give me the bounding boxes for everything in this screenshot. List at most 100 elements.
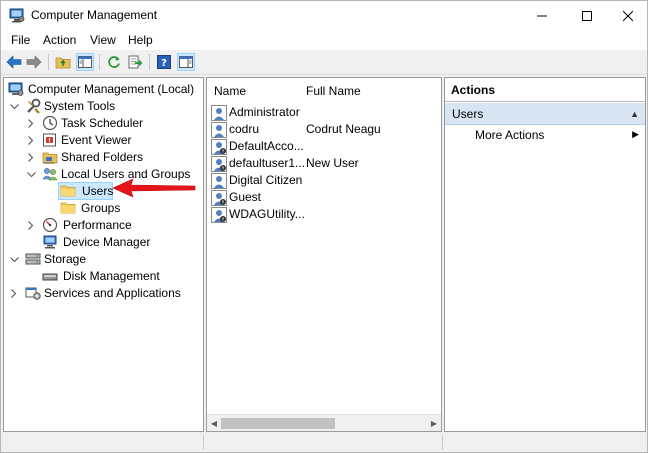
actions-header: Actions bbox=[445, 78, 645, 102]
folder-icon bbox=[60, 202, 76, 214]
user-icon bbox=[211, 156, 227, 172]
close-icon bbox=[622, 10, 633, 21]
chevron-right-icon[interactable] bbox=[26, 220, 36, 230]
action-pane-icon bbox=[179, 56, 193, 68]
user-full-name: Codrut Neagu bbox=[306, 122, 381, 136]
export-list-button[interactable] bbox=[126, 53, 144, 71]
list-item[interactable]: DefaultAcco... bbox=[207, 138, 441, 155]
toolbar-separator bbox=[149, 54, 150, 70]
up-one-level-button[interactable] bbox=[54, 53, 72, 71]
back-arrow-icon bbox=[6, 55, 22, 69]
tree-item-event-viewer[interactable]: ! Event Viewer bbox=[4, 132, 203, 149]
toolbar-separator bbox=[99, 54, 100, 70]
chevron-right-icon[interactable] bbox=[26, 118, 36, 128]
scrollbar-thumb[interactable] bbox=[221, 418, 335, 429]
user-name: WDAGUtility... bbox=[229, 207, 305, 221]
menu-view[interactable]: View bbox=[90, 33, 116, 47]
menu-file[interactable]: File bbox=[11, 33, 30, 47]
actions-pane: Actions Users ▲ More Actions ▶ bbox=[444, 77, 646, 432]
minimize-button[interactable] bbox=[519, 1, 564, 30]
maximize-icon bbox=[581, 10, 592, 21]
menu-bar: File Action View Help bbox=[1, 30, 647, 50]
show-hide-action-pane-button[interactable] bbox=[177, 53, 195, 71]
folder-up-icon bbox=[55, 57, 71, 69]
refresh-button[interactable] bbox=[105, 53, 123, 71]
user-name: codru bbox=[229, 122, 260, 136]
list-item[interactable]: defaultuser1... New User bbox=[207, 155, 441, 172]
user-icon bbox=[211, 122, 227, 138]
list-header: Name Full Name bbox=[207, 78, 441, 102]
tree-label: Device Manager bbox=[63, 235, 151, 249]
actions-section-users[interactable]: Users ▲ bbox=[445, 103, 645, 125]
menu-help[interactable]: Help bbox=[128, 33, 153, 47]
chevron-right-icon[interactable] bbox=[9, 288, 19, 298]
forward-arrow-icon bbox=[26, 55, 42, 69]
tree-item-groups[interactable]: Groups bbox=[4, 200, 203, 217]
user-icon bbox=[211, 173, 227, 189]
tree-item-disk-management[interactable]: Disk Management bbox=[4, 268, 203, 285]
list-item[interactable]: codru Codrut Neagu bbox=[207, 121, 441, 138]
console-tree-pane[interactable]: Computer Management (Local) System Tools… bbox=[3, 77, 204, 432]
window-title: Computer Management bbox=[31, 8, 158, 22]
tree-label: Shared Folders bbox=[61, 150, 144, 164]
menu-action[interactable]: Action bbox=[43, 33, 76, 47]
chevron-down-icon[interactable] bbox=[9, 255, 19, 265]
computer-management-icon bbox=[9, 8, 25, 23]
collapse-up-icon[interactable]: ▲ bbox=[630, 109, 639, 119]
refresh-icon bbox=[108, 56, 120, 68]
tree-item-performance[interactable]: Performance bbox=[4, 217, 203, 234]
tree-item-storage[interactable]: Storage bbox=[4, 251, 203, 268]
horizontal-scrollbar[interactable]: ◀ ▶ bbox=[207, 414, 441, 431]
list-item[interactable]: Guest bbox=[207, 189, 441, 206]
user-icon bbox=[211, 139, 227, 155]
tree-label: Event Viewer bbox=[61, 133, 132, 147]
toolbar-separator bbox=[48, 54, 49, 70]
title-bar: Computer Management bbox=[1, 1, 647, 30]
chevron-down-icon[interactable] bbox=[9, 102, 19, 112]
clock-icon bbox=[42, 115, 58, 131]
column-header-full-name[interactable]: Full Name bbox=[306, 84, 361, 98]
folder-icon bbox=[60, 185, 76, 197]
user-name: Digital Citizen bbox=[229, 173, 303, 187]
toolbar: ? bbox=[1, 50, 647, 75]
list-item[interactable]: WDAGUtility... bbox=[207, 206, 441, 223]
back-button[interactable] bbox=[5, 53, 23, 71]
chevron-right-icon[interactable] bbox=[26, 135, 36, 145]
tree-item-system-tools[interactable]: System Tools bbox=[4, 98, 203, 115]
list-item[interactable]: Digital Citizen bbox=[207, 172, 441, 189]
forward-button[interactable] bbox=[25, 53, 43, 71]
users-group-icon bbox=[42, 168, 58, 181]
user-icon bbox=[211, 190, 227, 206]
tree-item-device-manager[interactable]: Device Manager bbox=[4, 234, 203, 251]
user-full-name: New User bbox=[306, 156, 359, 170]
close-button[interactable] bbox=[605, 1, 648, 30]
submenu-arrow-icon[interactable]: ▶ bbox=[632, 129, 639, 140]
user-name: defaultuser1... bbox=[229, 156, 306, 170]
show-hide-console-tree-button[interactable] bbox=[76, 53, 94, 71]
more-actions-link[interactable]: More Actions bbox=[475, 128, 544, 142]
performance-icon bbox=[42, 217, 58, 233]
tree-item-computer-management[interactable]: Computer Management (Local) bbox=[4, 81, 203, 98]
scroll-right-icon[interactable]: ▶ bbox=[429, 418, 439, 429]
svg-text:!: ! bbox=[48, 138, 51, 145]
tree-item-services-and-applications[interactable]: Services and Applications bbox=[4, 285, 203, 302]
list-item[interactable]: Administrator bbox=[207, 104, 441, 121]
export-list-icon bbox=[128, 55, 142, 69]
chevron-down-icon[interactable] bbox=[26, 170, 36, 180]
tree-item-shared-folders[interactable]: Shared Folders bbox=[4, 149, 203, 166]
chevron-right-icon[interactable] bbox=[26, 152, 36, 162]
status-divider bbox=[203, 435, 204, 450]
device-manager-icon bbox=[43, 235, 57, 249]
scroll-left-icon[interactable]: ◀ bbox=[209, 418, 219, 429]
column-header-name[interactable]: Name bbox=[214, 84, 246, 98]
tree-label: Groups bbox=[81, 201, 121, 215]
results-list-pane[interactable]: Name Full Name Administrator codru Codru… bbox=[206, 77, 442, 432]
user-icon bbox=[211, 105, 227, 121]
maximize-button[interactable] bbox=[564, 1, 609, 30]
annotation-arrow bbox=[112, 178, 196, 198]
minimize-icon bbox=[536, 15, 547, 16]
tree-label: Disk Management bbox=[63, 269, 160, 283]
help-button[interactable]: ? bbox=[155, 53, 173, 71]
tree-item-task-scheduler[interactable]: Task Scheduler bbox=[4, 115, 203, 132]
console-tree-icon bbox=[78, 56, 92, 68]
